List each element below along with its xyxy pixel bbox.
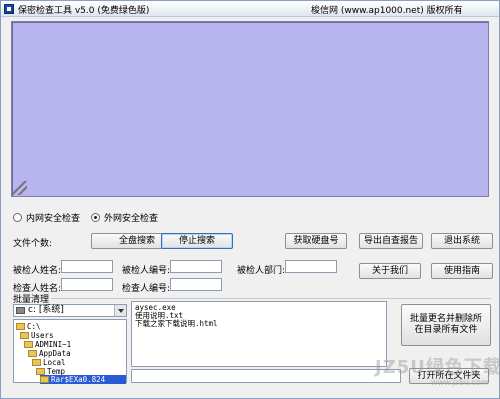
path-field[interactable] [131, 369, 401, 383]
folder-icon [20, 332, 29, 339]
tree-item[interactable]: AppData [28, 349, 71, 358]
folder-tree[interactable]: C:\ Users ADMINI~1 AppData Local Temp Ra… [13, 319, 127, 384]
file-list[interactable]: aysec.exe 使用说明.txt 下载之家下载说明.html [131, 301, 387, 367]
folder-icon [40, 376, 49, 383]
drive-select-value: c: [系统] [28, 305, 64, 315]
batch-clean-group [11, 298, 491, 299]
results-display-panel [11, 21, 489, 197]
radio-circle-icon[interactable] [13, 212, 22, 222]
radio-label: 外网安全检查 [104, 213, 159, 224]
export-report-button[interactable]: 导出自查报告 [359, 233, 423, 249]
drive-icon [16, 307, 25, 314]
checker-id-label: 检查人编号: [122, 284, 171, 294]
chevron-down-icon[interactable] [114, 305, 126, 316]
title-bar[interactable]: 保密检查工具 v5.0 (免费绿色版) 梭信网 (www.ap1000.net)… [1, 1, 499, 17]
radio-label: 内网安全检查 [26, 213, 81, 224]
inspected-dept-field[interactable] [285, 260, 337, 273]
tree-item-selected[interactable]: Rar$EXa0.824 [40, 375, 126, 384]
copyright-text: 梭信网 (www.ap1000.net) 版权所有 [311, 6, 463, 16]
inspected-name-label: 被检人姓名: [13, 266, 62, 276]
tree-item[interactable]: Users [20, 331, 54, 340]
radio-intranet[interactable]: 内网安全检查 [13, 211, 81, 224]
window-title: 保密检查工具 v5.0 (免费绿色版) [18, 6, 150, 16]
tree-item[interactable]: ADMINI~1 [24, 340, 71, 349]
watermark-url: www.jz5u.com [431, 378, 489, 387]
inspected-name-field[interactable] [61, 260, 113, 273]
exit-button[interactable]: 退出系统 [431, 233, 493, 249]
resize-grip-icon [13, 181, 27, 195]
batch-rename-delete-label: 批量更名并删除所在目录所有文件 [409, 314, 482, 335]
tree-item[interactable]: Local [32, 358, 66, 367]
batch-rename-delete-button[interactable]: 批量更名并删除所在目录所有文件 [401, 304, 491, 346]
stop-scan-button[interactable]: 停止搜索 [161, 233, 233, 249]
inspected-id-label: 被检人编号: [122, 266, 171, 276]
drive-select[interactable]: c: [系统] [13, 304, 127, 317]
tree-item[interactable]: C:\ [16, 322, 41, 331]
folder-icon [24, 341, 33, 348]
inspected-id-field[interactable] [170, 260, 222, 273]
file-item[interactable]: 下载之家下载说明.html [135, 320, 383, 328]
inspected-dept-label: 被检人部门: [237, 266, 286, 276]
app-icon [4, 4, 14, 14]
watermark: JZ5U绿色下载 [375, 357, 500, 378]
radio-circle-icon[interactable] [91, 212, 100, 222]
folder-icon [32, 359, 41, 366]
file-count-label: 文件个数: [13, 239, 53, 249]
radio-internet[interactable]: 外网安全检查 [91, 211, 159, 224]
guide-button[interactable]: 使用指南 [431, 263, 493, 279]
checker-id-field[interactable] [170, 278, 222, 291]
checker-name-field[interactable] [61, 278, 113, 291]
about-button[interactable]: 关于我们 [359, 263, 421, 279]
folder-icon [36, 368, 45, 375]
app-window: 保密检查工具 v5.0 (免费绿色版) 梭信网 (www.ap1000.net)… [0, 0, 500, 399]
get-disk-id-button[interactable]: 获取硬盘号 [285, 233, 347, 249]
folder-icon [28, 350, 37, 357]
folder-icon [16, 323, 25, 330]
